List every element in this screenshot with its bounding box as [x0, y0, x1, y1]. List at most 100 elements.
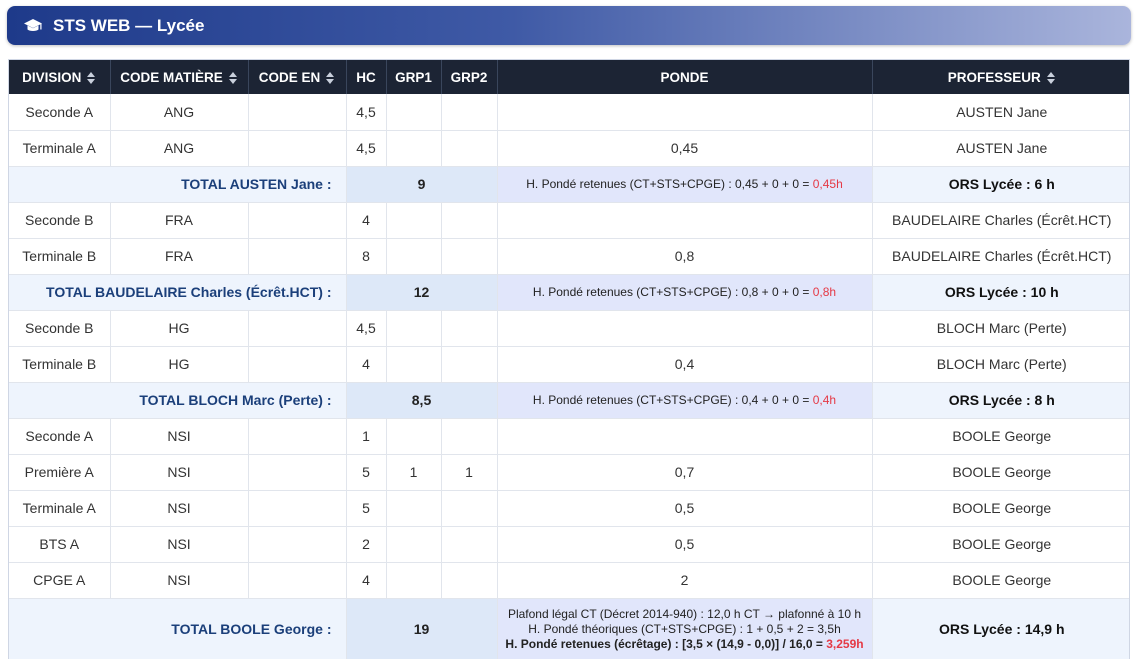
cell-grp2 — [441, 526, 498, 563]
cell-professeur: BOOLE George — [872, 418, 1129, 455]
total-hc: 19 — [346, 598, 498, 659]
cell-grp1 — [386, 238, 442, 275]
cell-code-en — [248, 202, 347, 239]
cell-code-matiere: HG — [110, 346, 249, 383]
cell-division: Première A — [9, 454, 111, 491]
ponde-retenues-value: 0,45h — [812, 176, 843, 191]
table-row[interactable]: BTS A NSI 2 0,5 BOOLE George — [9, 526, 1129, 563]
cell-professeur: BLOCH Marc (Perte) — [872, 346, 1129, 383]
cell-professeur: AUSTEN Jane — [872, 130, 1129, 167]
table-row[interactable]: Seconde B FRA 4 BAUDELAIRE Charles (Écrêt.H… — [9, 202, 1129, 239]
col-code-en-header[interactable]: CODE EN — [248, 60, 347, 94]
cell-code-matiere: NSI — [110, 454, 249, 491]
sort-icon[interactable] — [228, 71, 238, 84]
cell-ponde: 2 — [497, 562, 873, 599]
ponde-retenues-formula: H. Pondé retenues (CT+STS+CPGE) : 0,8 + … — [532, 284, 813, 299]
col-division-header[interactable]: DIVISION — [9, 60, 111, 94]
cell-division: Seconde A — [9, 418, 111, 455]
sort-icon[interactable] — [1046, 71, 1056, 84]
total-hc: 12 — [346, 274, 498, 311]
total-row: TOTAL BOOLE George :19 Plafond légal CT (… — [9, 598, 1129, 659]
cell-code-matiere: FRA — [110, 202, 249, 239]
cell-division: Seconde A — [9, 94, 111, 131]
cell-grp2 — [441, 418, 498, 455]
table-row[interactable]: Seconde B HG 4,5 BLOCH Marc (Perte) — [9, 310, 1129, 347]
cell-hc: 4 — [346, 562, 387, 599]
col-ponde-header: PONDE — [497, 60, 873, 94]
table-row[interactable]: Terminale A NSI 5 0,5 BOOLE George — [9, 490, 1129, 527]
total-label: TOTAL BLOCH Marc (Perte) : — [9, 382, 347, 419]
cell-hc: 4 — [346, 346, 387, 383]
cell-grp2 — [441, 94, 498, 131]
cell-code-en — [248, 454, 347, 491]
cell-grp1 — [386, 130, 442, 167]
cell-hc: 5 — [346, 490, 387, 527]
cell-code-en — [248, 346, 347, 383]
cell-ponde — [497, 418, 873, 455]
table-row[interactable]: Terminale B FRA 8 0,8 BAUDELAIRE Charles (Éc… — [9, 238, 1129, 275]
graduation-cap-icon — [23, 16, 43, 36]
total-row: TOTAL BAUDELAIRE Charles (Écrêt.HCT) :12… — [9, 274, 1129, 311]
cell-professeur: BOOLE George — [872, 454, 1129, 491]
cell-grp1: 1 — [386, 454, 442, 491]
total-ors: ORS Lycée : 10 h — [872, 274, 1129, 311]
col-professeur-header[interactable]: PROFESSEUR — [872, 60, 1129, 94]
cell-code-matiere: HG — [110, 310, 249, 347]
cell-division: Seconde B — [9, 202, 111, 239]
total-hc: 8,5 — [346, 382, 498, 419]
sort-icon[interactable] — [87, 71, 96, 84]
cell-grp2 — [441, 202, 498, 239]
table-body: Seconde A ANG 4,5 AUSTEN Jane Terminale A ANG… — [9, 94, 1129, 659]
cell-code-matiere: FRA — [110, 238, 249, 275]
cell-code-en — [248, 310, 347, 347]
cell-grp1 — [386, 418, 442, 455]
cell-grp2 — [441, 346, 498, 383]
cell-ponde: 0,5 — [497, 490, 873, 527]
services-table: DIVISION CODE MATIÈRE CODE EN HC GRP1 GR… — [9, 60, 1129, 659]
total-label: TOTAL BAUDELAIRE Charles (Écrêt.HCT) : — [9, 274, 347, 311]
cell-division: Terminale A — [9, 490, 111, 527]
cell-ponde: 0,8 — [497, 238, 873, 275]
cell-code-en — [248, 562, 347, 599]
ponde-retenues-line: H. Pondé retenues (CT+STS+CPGE) : 0,45 +… — [502, 177, 868, 192]
cell-hc: 5 — [346, 454, 387, 491]
total-ponde-summary: H. Pondé retenues (CT+STS+CPGE) : 0,4 + … — [497, 382, 873, 419]
cell-grp2 — [441, 238, 498, 275]
cell-code-matiere: NSI — [110, 562, 249, 599]
cell-hc: 8 — [346, 238, 387, 275]
cell-division: Terminale B — [9, 238, 111, 275]
cell-professeur: BLOCH Marc (Perte) — [872, 310, 1129, 347]
total-ponde-summary: H. Pondé retenues (CT+STS+CPGE) : 0,8 + … — [497, 274, 873, 311]
app-title: STS WEB — Lycée — [53, 15, 205, 35]
table-row[interactable]: Seconde A ANG 4,5 AUSTEN Jane — [9, 94, 1129, 131]
cell-grp2: 1 — [441, 454, 498, 491]
table-row[interactable]: Terminale A ANG 4,5 0,45 AUSTEN Jane — [9, 130, 1129, 167]
table-row[interactable]: Première A NSI 5 1 1 0,7 BOOLE George — [9, 454, 1129, 491]
table-row[interactable]: Terminale B HG 4 0,4 BLOCH Marc (Perte) — [9, 346, 1129, 383]
cell-division: BTS A — [9, 526, 111, 563]
total-ors: ORS Lycée : 14,9 h — [872, 598, 1129, 659]
table-row[interactable]: Seconde A NSI 1 BOOLE George — [9, 418, 1129, 455]
col-code-en-label: CODE EN — [258, 69, 321, 85]
cell-professeur: BOOLE George — [872, 526, 1129, 563]
cell-code-en — [248, 526, 347, 563]
cell-grp2 — [441, 130, 498, 167]
col-code-matiere-label: CODE MATIÈRE — [120, 69, 223, 85]
ponde-retenues-line: H. Pondé retenues (CT+STS+CPGE) : 0,8 + … — [502, 285, 868, 300]
cell-hc: 4,5 — [346, 130, 387, 167]
total-ors: ORS Lycée : 8 h — [872, 382, 1129, 419]
ponde-detail-line: H. Pondé théoriques (CT+STS+CPGE) : 1 + … — [528, 621, 841, 636]
cell-professeur: BOOLE George — [872, 562, 1129, 599]
total-row: TOTAL BLOCH Marc (Perte) :8,5 H. Pondé re… — [9, 382, 1129, 419]
cell-code-matiere: NSI — [110, 490, 249, 527]
cell-grp1 — [386, 526, 442, 563]
ponde-retenues-value: 0,8h — [812, 284, 837, 299]
cell-code-en — [248, 418, 347, 455]
cell-code-matiere: NSI — [110, 526, 249, 563]
cell-code-matiere: NSI — [110, 418, 249, 455]
ponde-retenues-formula: H. Pondé retenues (CT+STS+CPGE) : 0,4 + … — [532, 392, 813, 407]
sort-icon[interactable] — [326, 71, 335, 84]
table-row[interactable]: CPGE A NSI 4 2 BOOLE George — [9, 562, 1129, 599]
col-code-matiere-header[interactable]: CODE MATIÈRE — [110, 60, 249, 94]
ponde-retenues-line: H. Pondé retenues (écrêtage) : [3,5 × (1… — [502, 637, 868, 652]
